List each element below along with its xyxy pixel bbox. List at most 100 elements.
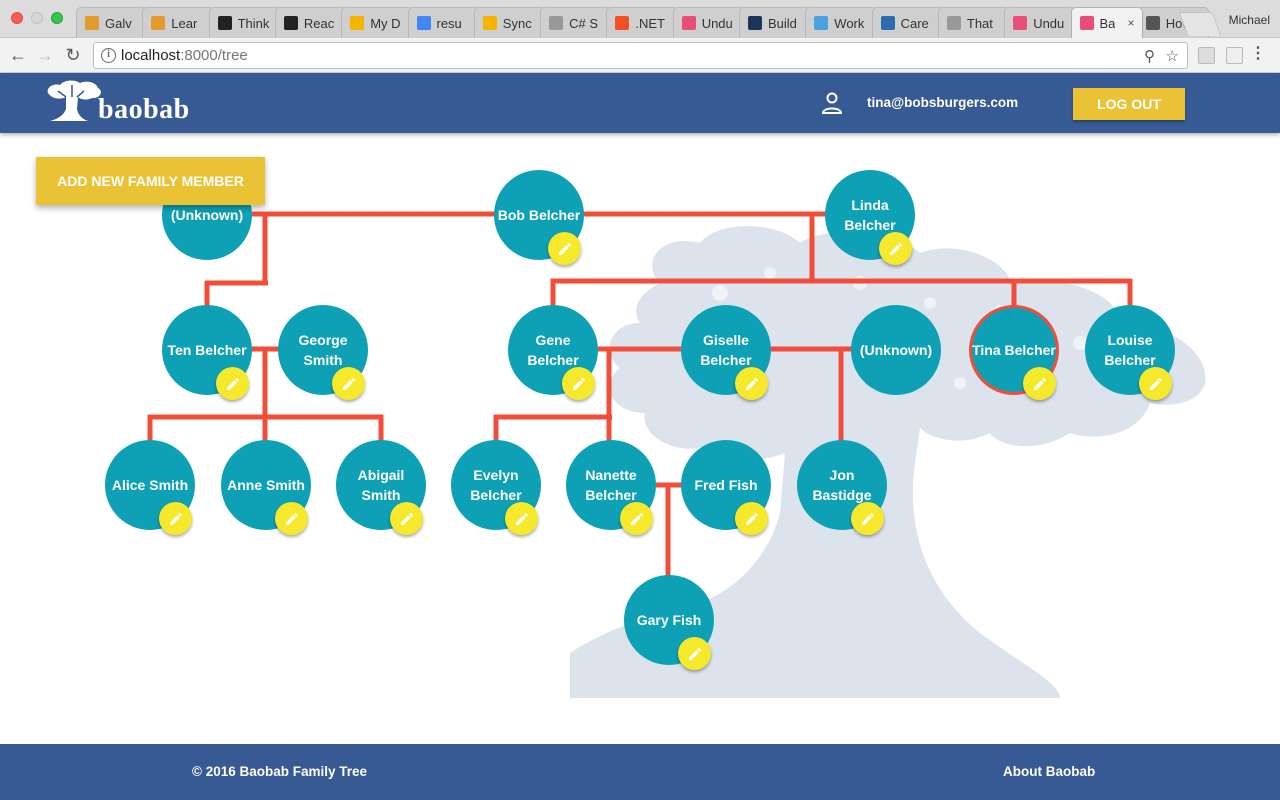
family-member-name: Jon Bastidge — [812, 467, 872, 503]
browser-tab[interactable]: C# S — [540, 7, 613, 38]
browser-tab-label: Sync — [502, 15, 532, 31]
browser-tab[interactable]: Work — [805, 7, 878, 38]
add-family-member-button[interactable]: ADD NEW FAMILY MEMBER — [36, 157, 265, 205]
browser-tab[interactable]: That — [937, 7, 1010, 38]
maximize-window-button[interactable] — [51, 12, 63, 24]
back-icon[interactable]: ← — [8, 45, 28, 65]
reload-icon[interactable]: ↻ — [63, 45, 83, 65]
windows-icon — [615, 16, 630, 30]
apple-icon — [1145, 16, 1160, 30]
log-out-button[interactable]: LOG OUT — [1073, 88, 1185, 120]
url-text[interactable]: localhost:8000/tree — [121, 47, 248, 64]
forward-icon[interactable]: → — [35, 45, 55, 65]
browser-tab[interactable]: Undu — [1004, 7, 1077, 38]
browser-tab[interactable]: Undu — [672, 7, 745, 38]
baobab-tree-logo-icon — [47, 80, 101, 121]
close-window-button[interactable] — [11, 12, 23, 24]
edit-pencil-icon[interactable] — [735, 502, 768, 535]
about-baobab-link[interactable]: About Baobab — [1003, 764, 1095, 779]
browser-tab-label: Galv — [105, 15, 132, 31]
bookmark-star-icon[interactable]: ☆ — [1166, 47, 1179, 65]
edit-pencil-icon[interactable] — [332, 367, 365, 400]
user-email: tina@bobsburgers.com — [867, 95, 1019, 110]
minimize-window-button[interactable] — [31, 12, 43, 24]
browser-tab-label: Lear — [171, 15, 198, 31]
browser-tab-label: Work — [834, 15, 865, 31]
family-member-name: Gary Fish — [636, 612, 702, 628]
family-member-name: Evelyn Belcher — [470, 467, 522, 503]
cursor-extension-icon[interactable] — [1226, 47, 1243, 64]
browser-tab[interactable]: .NET — [606, 7, 679, 38]
browser-toolbar: ← → ↻ i localhost:8000/tree ⚲ ☆ ⋮ — [0, 38, 1280, 73]
app-footer: © 2016 Baobab Family Tree About Baobab — [0, 744, 1280, 800]
family-member-name: Giselle Belcher — [700, 332, 752, 368]
browser-tab[interactable]: My D — [341, 7, 414, 38]
edit-pencil-icon[interactable] — [275, 502, 308, 535]
edit-pencil-icon[interactable] — [1023, 367, 1056, 400]
family-member-name: Anne Smith — [227, 477, 305, 493]
browser-tab-label: C# S — [569, 15, 598, 31]
close-tab-icon[interactable]: × — [1127, 16, 1134, 30]
browser-tab-label: Undu — [701, 15, 733, 31]
browser-tab-label: .NET — [635, 15, 666, 31]
edit-pencil-icon[interactable] — [505, 502, 538, 535]
browser-tab[interactable]: Sync — [473, 7, 546, 38]
react-icon — [283, 16, 298, 30]
browser-tab[interactable]: resu — [407, 7, 480, 38]
edit-pencil-icon[interactable] — [879, 232, 912, 265]
drive-icon — [350, 16, 365, 30]
page-icon — [549, 16, 564, 30]
edit-pencil-icon[interactable] — [620, 502, 653, 535]
family-member-name: (Unknown) — [170, 207, 244, 223]
edit-pencil-icon[interactable] — [390, 502, 423, 535]
puzzle-icon — [1079, 16, 1094, 30]
browser-tab[interactable]: Galv — [76, 7, 148, 38]
family-member-name: George Smith — [298, 332, 348, 368]
user-icon — [821, 92, 843, 114]
family-member-node-unknown-2[interactable]: (Unknown) — [851, 305, 941, 395]
react-icon — [217, 16, 232, 30]
family-tree-area: ADD NEW FAMILY MEMBER (Unknown) Bob Belch… — [0, 133, 1280, 744]
browser-tab[interactable]: Think — [208, 7, 281, 38]
family-member-name: (Unknown) — [859, 342, 933, 358]
logo-text[interactable]: baobab — [98, 94, 190, 126]
edit-pencil-icon[interactable] — [851, 502, 884, 535]
family-member-name: Ten Belcher — [167, 342, 247, 358]
bracket-icon — [880, 16, 895, 30]
browser-tab[interactable]: Reac — [274, 7, 347, 38]
browser-tab-label: Reac — [303, 15, 335, 31]
browser-menu-icon[interactable]: ⋮ — [1250, 46, 1266, 62]
browser-tab-label: Build — [768, 15, 797, 31]
family-member-name: Bob Belcher — [497, 207, 581, 223]
footer-copyright: © 2016 Baobab Family Tree — [192, 764, 368, 779]
edit-pencil-icon[interactable] — [216, 367, 249, 400]
browser-tab-label: Undu — [1033, 15, 1065, 31]
address-bar[interactable]: i localhost:8000/tree ⚲ ☆ — [93, 42, 1188, 69]
url-host: localhost — [121, 47, 181, 64]
puzzle-icon — [681, 16, 696, 30]
extension-icon[interactable] — [1198, 47, 1215, 64]
info-icon[interactable]: i — [101, 48, 116, 63]
url-path: :8000/tree — [180, 47, 248, 64]
browser-tab-label: resu — [436, 15, 462, 31]
browser-tab-label: Think — [237, 15, 270, 31]
browser-tab-label: My D — [370, 15, 401, 31]
edit-pencil-icon[interactable] — [159, 502, 192, 535]
edit-pencil-icon[interactable] — [678, 637, 711, 670]
browser-tab[interactable]: Build — [739, 7, 811, 38]
family-member-name: Louise Belcher — [1104, 332, 1156, 368]
browser-tab[interactable]: Care — [871, 7, 944, 38]
edit-pencil-icon[interactable] — [562, 367, 595, 400]
browser-tab-label: Ba — [1099, 15, 1116, 31]
browser-tab[interactable]: Lear — [142, 7, 215, 38]
edit-pencil-icon[interactable] — [548, 232, 581, 265]
browser-tab-strip: Galv Lear Think Reac My D resu Sync C# S .NET Und… — [0, 0, 1280, 38]
browser-tab[interactable]: Ba × — [1070, 7, 1143, 38]
edit-pencil-icon[interactable] — [735, 367, 768, 400]
page-icon — [946, 16, 961, 30]
edit-pencil-icon[interactable] — [1139, 367, 1172, 400]
profile-name[interactable]: Michael — [1229, 13, 1270, 27]
family-member-name: Tina Belcher — [972, 342, 1056, 358]
zoom-icon[interactable]: ⚲ — [1144, 47, 1155, 65]
docs-icon — [416, 16, 431, 30]
